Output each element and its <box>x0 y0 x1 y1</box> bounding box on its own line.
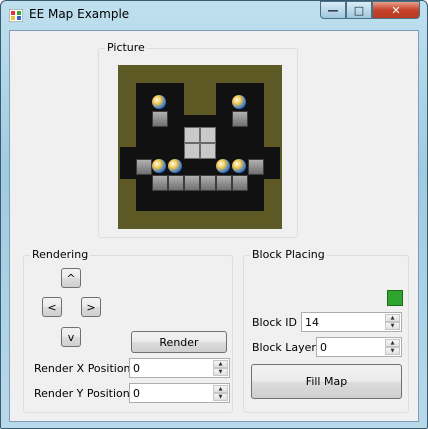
render-x-up-icon[interactable]: ▲ <box>213 360 228 368</box>
fill-map-button[interactable]: Fill Map <box>251 364 402 399</box>
app-icon <box>9 9 23 22</box>
app-window: EE Map Example — □ ✕ Picture Rendering ^… <box>0 0 428 429</box>
block <box>232 175 248 191</box>
coin <box>152 95 166 109</box>
picture-group-label: Picture <box>105 41 147 54</box>
block <box>232 111 248 127</box>
render-y-up-icon[interactable]: ▲ <box>213 385 228 393</box>
window-title: EE Map Example <box>29 7 130 21</box>
block-id-up-icon[interactable]: ▲ <box>385 314 400 322</box>
block <box>152 111 168 127</box>
down-arrow-icon: v <box>67 330 75 344</box>
render-y-stepper[interactable]: 0 ▲ ▼ <box>129 383 230 403</box>
block <box>184 175 200 191</box>
block-layer-down-icon[interactable]: ▼ <box>385 347 400 355</box>
maximize-button[interactable]: □ <box>346 1 372 19</box>
coin <box>232 159 246 173</box>
block-color-indicator <box>387 290 403 306</box>
up-arrow-icon: ^ <box>66 271 76 285</box>
render-x-value: 0 <box>133 362 140 375</box>
close-icon: ✕ <box>391 3 401 17</box>
block <box>136 159 152 175</box>
render-x-stepper[interactable]: 0 ▲ ▼ <box>129 358 230 378</box>
coin <box>168 159 182 173</box>
render-button[interactable]: Render <box>131 331 227 353</box>
maximize-icon: □ <box>353 3 365 17</box>
render-y-down-icon[interactable]: ▼ <box>213 393 228 401</box>
coin <box>232 95 246 109</box>
block-layer-up-icon[interactable]: ▲ <box>385 339 400 347</box>
block <box>152 175 168 191</box>
render-y-value: 0 <box>133 387 140 400</box>
minimize-button[interactable]: — <box>320 1 346 19</box>
block-id-value: 14 <box>305 316 319 329</box>
coin <box>216 159 230 173</box>
left-arrow-icon: < <box>47 300 57 314</box>
move-up-button[interactable]: ^ <box>61 268 81 288</box>
fill-map-button-label: Fill Map <box>305 375 348 388</box>
block <box>168 175 184 191</box>
right-arrow-icon: > <box>86 300 96 314</box>
block-placing-group-label: Block Placing <box>250 248 327 261</box>
render-x-label: Render X Position <box>34 362 131 375</box>
coin <box>152 159 166 173</box>
minimize-icon: — <box>327 3 339 17</box>
skull-block <box>200 127 216 143</box>
block <box>216 175 232 191</box>
block-layer-value: 0 <box>320 341 327 354</box>
render-x-down-icon[interactable]: ▼ <box>213 368 228 376</box>
move-down-button[interactable]: v <box>61 327 81 347</box>
block-id-down-icon[interactable]: ▼ <box>385 322 400 330</box>
render-button-label: Render <box>159 335 199 349</box>
rendering-group-label: Rendering <box>30 248 91 261</box>
block <box>200 175 216 191</box>
block-layer-label: Block Layer <box>252 341 316 354</box>
close-button[interactable]: ✕ <box>372 1 420 19</box>
block-layer-stepper[interactable]: 0 ▲ ▼ <box>316 337 402 357</box>
skull-block <box>184 143 200 159</box>
block-id-stepper[interactable]: 14 ▲ ▼ <box>301 312 402 332</box>
block <box>248 159 264 175</box>
skull-block <box>200 143 216 159</box>
form-client-area: Picture Rendering ^ < > v Render Render … <box>9 30 419 422</box>
title-bar[interactable]: EE Map Example — □ ✕ <box>1 1 427 29</box>
move-right-button[interactable]: > <box>81 297 101 317</box>
block-id-label: Block ID <box>252 316 297 329</box>
map-picture[interactable] <box>118 65 282 229</box>
move-left-button[interactable]: < <box>42 297 62 317</box>
skull-block <box>184 127 200 143</box>
render-y-label: Render Y Position <box>34 387 130 400</box>
